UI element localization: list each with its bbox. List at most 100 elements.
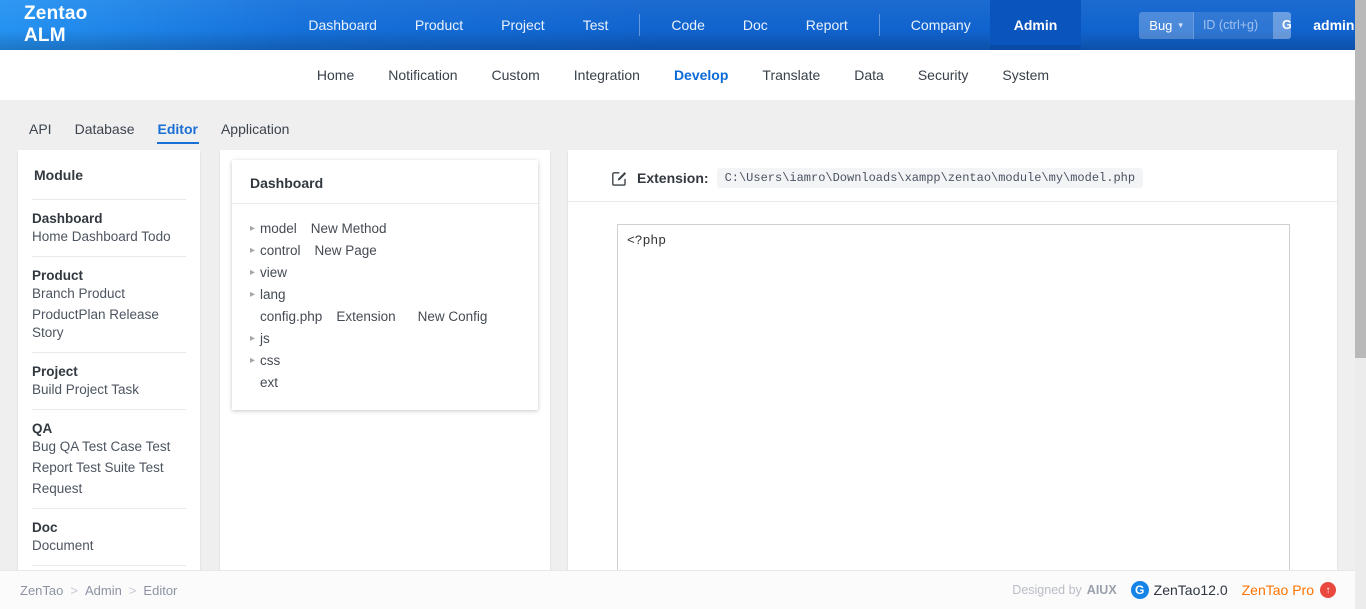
tab-editor[interactable]: Editor — [157, 107, 199, 144]
subnav-item-translate[interactable]: Translate — [745, 50, 837, 100]
zentao-pro-link[interactable]: ZenTao Pro — [1242, 582, 1314, 598]
tree-node-control[interactable]: control — [260, 243, 301, 258]
nav-item-dashboard[interactable]: Dashboard — [289, 0, 396, 50]
username: admin — [1313, 17, 1354, 33]
divider — [32, 565, 186, 566]
breadcrumb-separator: > — [70, 583, 78, 598]
breadcrumb-separator: > — [129, 583, 137, 598]
nav-item-admin[interactable]: Admin — [990, 0, 1082, 50]
tree-title: Dashboard — [232, 160, 538, 204]
tree-node-lang[interactable]: lang — [260, 287, 286, 302]
tree-node-js[interactable]: js — [260, 331, 270, 346]
aiux-link[interactable]: AIUX — [1087, 583, 1117, 597]
nav-item-report[interactable]: Report — [787, 0, 867, 50]
subnav-item-security[interactable]: Security — [901, 50, 986, 100]
tree-node-model[interactable]: model — [260, 221, 297, 236]
quick-search: Bug ▾ GO! — [1139, 12, 1291, 39]
main-menu: Dashboard Product Project Test Code Doc … — [289, 0, 1081, 50]
zentao-version-link[interactable]: ZenTao12.0 — [1154, 582, 1228, 598]
tree-node-config[interactable]: config.php — [260, 309, 322, 324]
footer-right: Designed by AIUX G ZenTao12.0 ZenTao Pro… — [1012, 581, 1336, 599]
nav-item-code[interactable]: Code — [652, 0, 723, 50]
module-links-line[interactable]: Report Test Suite Test — [32, 459, 186, 480]
chevron-down-icon: ▾ — [1178, 20, 1183, 31]
subnav-item-develop[interactable]: Develop — [657, 50, 745, 100]
breadcrumb-editor: Editor — [143, 583, 177, 598]
module-group-title: Project — [32, 360, 186, 381]
new-method-link[interactable]: New Method — [311, 221, 387, 236]
nav-item-test[interactable]: Test — [564, 0, 628, 50]
breadcrumb-admin[interactable]: Admin — [85, 583, 122, 598]
caret-right-icon[interactable]: ▸ — [250, 289, 260, 300]
module-links-line[interactable]: ProductPlan Release Story — [32, 306, 186, 345]
tree-row: ▸ lang — [250, 283, 520, 305]
tab-api[interactable]: API — [28, 107, 53, 144]
nav-item-product[interactable]: Product — [396, 0, 482, 50]
tree-row: ▸ css — [250, 349, 520, 371]
zentao-logo-icon: G — [1131, 581, 1149, 599]
tree-node-view[interactable]: view — [260, 265, 287, 280]
module-tree-box: Dashboard ▸ model New Method ▸ control N… — [232, 160, 538, 410]
module-links-line[interactable]: Build Project Task — [32, 381, 186, 402]
divider — [32, 409, 186, 410]
tree-row: config.php Extension New Config — [250, 305, 520, 327]
nav-divider — [639, 14, 640, 36]
develop-tabs: API Database Editor Application — [0, 100, 1366, 150]
module-links-line[interactable]: Branch Product — [32, 285, 186, 306]
code-editor[interactable]: <?php — [617, 224, 1290, 570]
search-category-value: Bug — [1149, 18, 1172, 33]
tree-list: ▸ model New Method ▸ control New Page ▸ … — [232, 204, 538, 393]
module-links-line[interactable]: Home Dashboard Todo — [32, 228, 186, 249]
caret-right-icon[interactable]: ▸ — [250, 267, 260, 278]
divider — [32, 508, 186, 509]
breadcrumb-zentao[interactable]: ZenTao — [20, 583, 63, 598]
module-links-line[interactable]: Document — [32, 537, 186, 558]
caret-right-icon[interactable]: ▸ — [250, 333, 260, 344]
upgrade-arrow-icon[interactable]: ↑ — [1320, 582, 1336, 598]
go-button[interactable]: GO! — [1273, 12, 1291, 39]
new-config-link[interactable]: New Config — [418, 309, 488, 324]
nav-item-company[interactable]: Company — [892, 0, 990, 50]
tree-row: ▸ model New Method — [250, 217, 520, 239]
tab-application[interactable]: Application — [220, 107, 291, 144]
extension-file-path: C:\Users\iamro\Downloads\xampp\zentao\mo… — [717, 168, 1143, 188]
search-category-select[interactable]: Bug ▾ — [1139, 12, 1193, 39]
subnav-item-integration[interactable]: Integration — [557, 50, 657, 100]
scrollbar-thumb[interactable] — [1355, 0, 1366, 358]
caret-right-icon[interactable]: ▸ — [250, 245, 260, 256]
top-navbar: Zentao ALM Dashboard Product Project Tes… — [0, 0, 1366, 50]
module-group-title: Doc — [32, 516, 186, 537]
subnav-item-custom[interactable]: Custom — [475, 50, 557, 100]
tree-node-css[interactable]: css — [260, 353, 280, 368]
tree-node-ext[interactable]: ext — [260, 375, 278, 390]
extension-link[interactable]: Extension — [336, 309, 395, 324]
new-page-link[interactable]: New Page — [315, 243, 377, 258]
divider — [32, 256, 186, 257]
tree-row: ▸ control New Page — [250, 239, 520, 261]
subnav-item-data[interactable]: Data — [837, 50, 901, 100]
caret-right-icon[interactable]: ▸ — [250, 355, 260, 366]
nav-item-project[interactable]: Project — [482, 0, 564, 50]
app-logo[interactable]: Zentao ALM — [24, 3, 119, 47]
caret-right-icon[interactable]: ▸ — [250, 223, 260, 234]
tree-row: ▸ view — [250, 261, 520, 283]
edit-pencil-icon — [611, 170, 628, 187]
search-id-input[interactable] — [1193, 12, 1273, 39]
tree-row: ▸ js — [250, 327, 520, 349]
module-tree-panel: Dashboard ▸ model New Method ▸ control N… — [220, 150, 550, 570]
editor-header: Extension: C:\Users\iamro\Downloads\xamp… — [568, 150, 1337, 202]
scrollbar-track[interactable] — [1355, 0, 1366, 609]
subnav-item-notification[interactable]: Notification — [371, 50, 474, 100]
divider — [32, 199, 186, 200]
nav-divider — [879, 14, 880, 36]
subnav-item-system[interactable]: System — [985, 50, 1066, 100]
nav-item-doc[interactable]: Doc — [724, 0, 787, 50]
module-panel: Module Dashboard Home Dashboard Todo Pro… — [18, 150, 200, 570]
module-links-line[interactable]: Request — [32, 480, 186, 501]
module-links-line[interactable]: Bug QA Test Case Test — [32, 438, 186, 459]
tree-row: ext — [250, 371, 520, 393]
module-panel-title: Module — [32, 162, 186, 192]
module-group-title: Product — [32, 264, 186, 285]
subnav-item-home[interactable]: Home — [300, 50, 371, 100]
tab-database[interactable]: Database — [74, 107, 136, 144]
